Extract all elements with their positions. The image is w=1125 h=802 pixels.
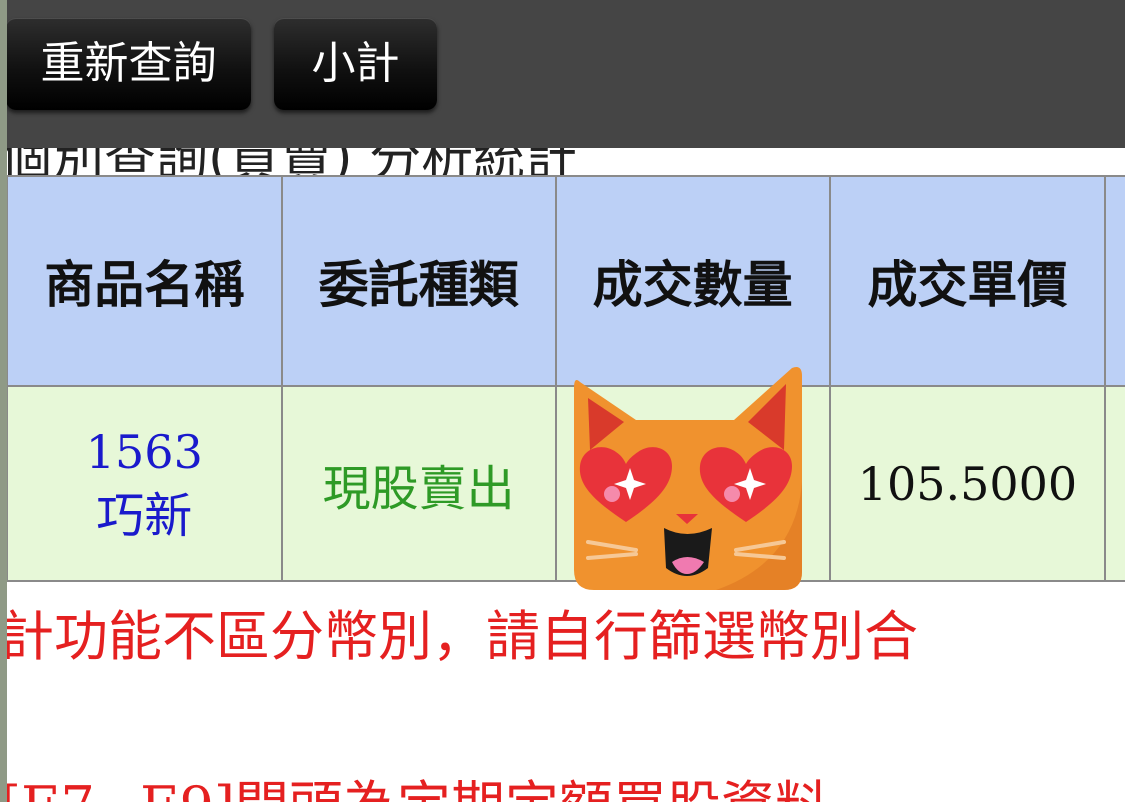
header-quantity: 成交數量 bbox=[554, 175, 831, 387]
header-product-name: 商品名稱 bbox=[6, 175, 283, 387]
product-code[interactable]: 1563 bbox=[8, 420, 281, 484]
order-type-cell: 現股賣出 bbox=[280, 385, 557, 582]
table-header-row: 商品名稱 委託種類 成交數量 成交單價 bbox=[6, 175, 1125, 387]
cut-off-cell bbox=[1104, 385, 1125, 582]
header-price: 成交單價 bbox=[828, 175, 1107, 387]
subtotal-button[interactable]: 小計 bbox=[274, 18, 437, 110]
requery-button[interactable]: 重新查詢 bbox=[6, 18, 251, 110]
subtotal-note: 計功能不區分幣別，請自行篩選幣別合 bbox=[0, 605, 918, 668]
regular-investment-note: [E7~E9]開頭為定期定額買股資料 bbox=[0, 762, 829, 802]
heart-eyes-cat-sticker-icon bbox=[574, 367, 802, 590]
price-cell: 105.5000 bbox=[828, 385, 1107, 582]
left-bezel bbox=[0, 0, 7, 802]
header-cut-off bbox=[1104, 175, 1125, 387]
screen: 重新查詢 小計 個別查詢(買賣) 分析統計 商品名稱 委託種類 成交數量 成交單… bbox=[0, 0, 1125, 802]
product-cell[interactable]: 1563 巧新 bbox=[6, 385, 283, 582]
top-toolbar: 重新查詢 小計 bbox=[0, 0, 1125, 148]
product-name[interactable]: 巧新 bbox=[8, 484, 281, 548]
header-order-type: 委託種類 bbox=[280, 175, 557, 387]
